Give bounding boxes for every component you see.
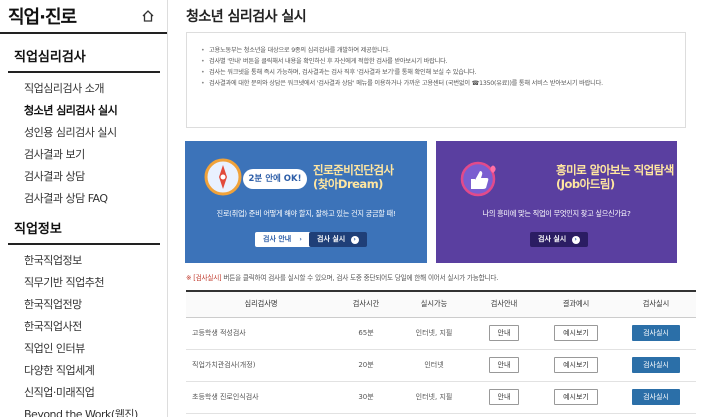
test-mode: 인터넷 — [396, 349, 472, 382]
divider — [8, 243, 160, 245]
banner-title-line: (Job아드림) — [556, 177, 615, 191]
banner-title-line: 흥미로 알아보는 직업탐색 — [556, 163, 674, 177]
sidebar-section-title: 직업정보 — [14, 222, 62, 237]
test-mode: 인터넷, 지필 — [396, 381, 472, 414]
chevron-right-icon: › — [350, 236, 359, 244]
hint-mark: ※ [검사실시] — [186, 274, 222, 282]
home-icon[interactable] — [139, 7, 157, 25]
sidebar-item-counsel-faq[interactable]: 검사결과 상담 FAQ — [0, 188, 167, 210]
banner-description: 진로(취업) 준비 어떻게 해야 할지, 잘하고 있는 건지 궁금할 때! — [216, 209, 396, 218]
chevron-right-icon: › — [296, 236, 305, 244]
notice-item: 검사결과에 대한 문의와 상담은 워크넷에서 '검사결과 상담' 메뉴를 이용하… — [201, 78, 673, 89]
test-info-button[interactable]: 검사 안내 › — [255, 232, 313, 247]
test-time: 30분 — [336, 381, 396, 414]
column-header: 검사안내 — [472, 290, 536, 318]
table-row: 초등학생 진로인식검사 30분 인터넷, 지필 안내 예시보기 검사실시 — [186, 381, 696, 414]
badge: 2분 안에 OK! — [243, 169, 307, 189]
test-name: 초등학생 진로인식검사 — [186, 381, 336, 414]
table-row: 직업가치관검사(개정) 20분 인터넷 안내 예시보기 검사실시 — [186, 349, 696, 382]
sidebar-item-youth-test[interactable]: 청소년 심리검사 실시 — [0, 100, 167, 122]
info-button[interactable]: 안내 — [488, 357, 520, 373]
sidebar-section-title: 직업심리검사 — [14, 50, 86, 65]
info-button[interactable]: 안내 — [488, 325, 520, 341]
info-button[interactable]: 안내 — [488, 389, 520, 405]
notice-box: 고용노동부는 청소년을 대상으로 9종의 심리검사를 개발하여 제공합니다. 검… — [186, 32, 686, 128]
test-name: 고등학생 적성검사 — [186, 317, 336, 350]
start-test-button[interactable]: 검사실시 — [632, 357, 680, 373]
notice-item: 검사는 워크넷을 통해 즉시 가능하며, 검사결과는 검사 직후 '검사결과 보… — [201, 67, 673, 78]
sidebar-item-job-interview[interactable]: 직업인 인터뷰 — [0, 338, 167, 360]
start-test-button[interactable]: 검사실시 — [632, 389, 680, 405]
banner-title-line: 진로준비진단검사 — [313, 163, 394, 177]
test-time: 65분 — [336, 317, 396, 350]
notice-item: 검사별 '안내' 버튼을 클릭해서 내용을 확인하신 후 자신에게 적합한 검사… — [201, 56, 673, 67]
test-name: 직업가치관검사(개정) — [186, 349, 336, 382]
notice-item: 고용노동부는 청소년을 대상으로 9종의 심리검사를 개발하여 제공합니다. — [201, 45, 673, 56]
sidebar-section-job-info: 직업정보 한국직업정보 직무기반 직업추천 한국직업전망 한국직업사전 직업인 … — [0, 220, 167, 417]
test-mode: 인터넷, 지필 — [396, 317, 472, 350]
table-row: 고등학생 적성검사 65분 인터넷, 지필 안내 예시보기 검사실시 — [186, 317, 696, 350]
sidebar-item-adult-test[interactable]: 성인용 심리검사 실시 — [0, 122, 167, 144]
sidebar-item-job-recommend[interactable]: 직무기반 직업추천 — [0, 272, 167, 294]
example-button[interactable]: 예시보기 — [554, 357, 598, 373]
sidebar-item-job-dictionary[interactable]: 한국직업사전 — [0, 316, 167, 338]
button-label: 검사 실시 — [317, 235, 346, 243]
chevron-right-icon: › — [571, 236, 580, 244]
test-table: 심리검사명 검사시간 실시가능 검사안내 결과예시 검사실시 고등학생 적성검사… — [186, 290, 696, 414]
thumbs-up-icon — [460, 161, 496, 197]
banner-title: 흥미로 알아보는 직업탐색 (Job아드림) — [556, 163, 674, 191]
divider — [8, 71, 160, 73]
sidebar-item-view-results[interactable]: 검사결과 보기 — [0, 144, 167, 166]
sidebar-header: 직업·진로 — [0, 0, 167, 34]
column-header: 검사시간 — [336, 290, 396, 318]
sidebar-item-job-info[interactable]: 한국직업정보 — [0, 250, 167, 272]
banner-career-readiness[interactable]: 2분 안에 OK! 진로준비진단검사 (찾아Dream) 진로(취업) 준비 어… — [185, 141, 427, 263]
button-label: 검사 실시 — [538, 235, 567, 243]
banner-title: 진로준비진단검사 (찾아Dream) — [313, 163, 394, 191]
test-start-button[interactable]: 검사 실시 › — [309, 232, 367, 247]
sidebar-item-job-world[interactable]: 다양한 직업세계 — [0, 360, 167, 382]
compass-icon — [204, 158, 242, 196]
sidebar-item-test-intro[interactable]: 직업심리검사 소개 — [0, 78, 167, 100]
column-header: 심리검사명 — [186, 290, 336, 318]
hint-body: 버튼을 클릭하여 검사를 실시할 수 있으며, 검사 도중 중단되어도 당일에 … — [221, 274, 499, 282]
sidebar-section-psych-test: 직업심리검사 직업심리검사 소개 청소년 심리검사 실시 성인용 심리검사 실시… — [0, 48, 167, 210]
column-header: 결과예시 — [536, 290, 616, 318]
banner-job-explore[interactable]: 흥미로 알아보는 직업탐색 (Job아드림) 나의 흥미에 맞는 직업이 무엇인… — [436, 141, 677, 263]
sidebar-item-job-outlook[interactable]: 한국직업전망 — [0, 294, 167, 316]
column-header: 검사실시 — [616, 290, 696, 318]
table-header-row: 심리검사명 검사시간 실시가능 검사안내 결과예시 검사실시 — [186, 290, 696, 318]
banner-description: 나의 흥미에 맞는 직업이 무엇인지 찾고 싶으신가요? — [482, 209, 631, 218]
sidebar-title: 직업·진로 — [8, 7, 77, 28]
banner-title-line: (찾아Dream) — [313, 177, 383, 191]
main-content: 청소년 심리검사 실시 고용노동부는 청소년을 대상으로 9종의 심리검사를 개… — [168, 0, 715, 417]
sidebar-item-new-jobs[interactable]: 신직업·미래직업 — [0, 382, 167, 404]
sidebar-item-webzine[interactable]: Beyond the Work(웹진) — [0, 404, 167, 417]
sidebar-item-result-counsel[interactable]: 검사결과 상담 — [0, 166, 167, 188]
example-button[interactable]: 예시보기 — [554, 389, 598, 405]
page-title: 청소년 심리검사 실시 — [186, 9, 307, 25]
badge-label: 2분 안에 OK! — [248, 174, 302, 184]
column-header: 실시가능 — [396, 290, 472, 318]
example-button[interactable]: 예시보기 — [554, 325, 598, 341]
test-start-button[interactable]: 검사 실시 › — [530, 232, 588, 247]
sidebar: 직업·진로 직업심리검사 직업심리검사 소개 청소년 심리검사 실시 성인용 심… — [0, 0, 168, 417]
button-label: 검사 안내 — [263, 235, 292, 243]
start-test-button[interactable]: 검사실시 — [632, 325, 680, 341]
hint-text: ※ [검사실시] 버튼을 클릭하여 검사를 실시할 수 있으며, 검사 도중 중… — [186, 272, 498, 282]
test-time: 20분 — [336, 349, 396, 382]
